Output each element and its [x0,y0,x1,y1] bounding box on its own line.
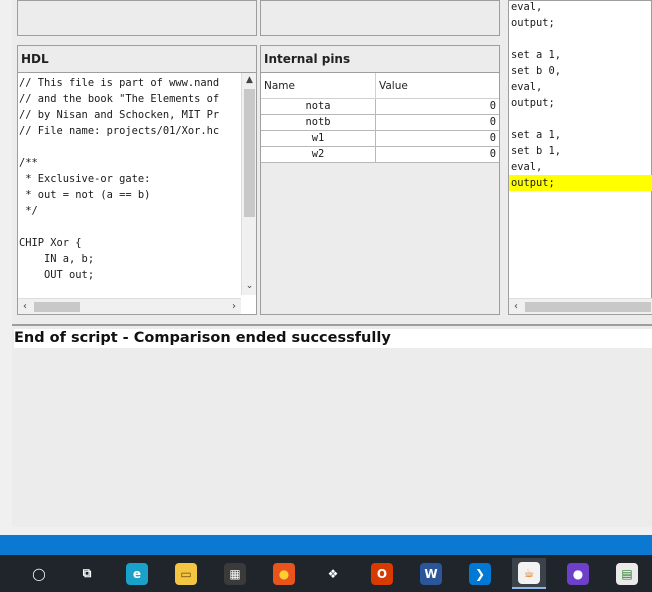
hdl-vertical-scrollbar[interactable]: ▲ ⌄ [241,73,256,295]
taskbar-button[interactable]: ◯ [22,558,56,589]
pin-name: nota [261,99,376,114]
pin-row[interactable]: w1 0 [261,131,499,147]
firefox-icon: ● [273,562,295,585]
pin-name: w1 [261,131,376,146]
task-view-icon: ⧉ [82,566,92,580]
hdl-code-line: // File name: projects/01/Xor.hc [19,125,220,137]
pin-name: w2 [261,147,376,162]
script-line: output; [511,17,555,29]
pin-row[interactable]: nota 0 [261,99,499,115]
hdl-code-line: IN a, b; [19,253,95,265]
pin-value: 0 [489,148,496,160]
pin-value: 0 [489,116,496,128]
script-line: set a 1, [511,49,562,61]
dropbox-icon: ❖ [327,566,339,581]
hdl-horizontal-scroll-thumb[interactable] [34,302,80,312]
chevron-down-icon[interactable]: ⌄ [242,279,257,293]
hdl-code-view[interactable]: // This file is part of www.nand // and t… [18,72,256,314]
internal-pins-title: Internal pins [264,52,351,66]
cortana-icon: ◯ [32,566,46,581]
hdl-panel-title: HDL [21,52,49,66]
hdl-vertical-scroll-thumb[interactable] [244,89,255,217]
github-desktop-icon: ● [567,562,589,585]
hdl-code-line [19,139,241,155]
scroll-right-icon[interactable]: › [227,299,241,315]
hdl-code-line: * out = not (a == b) [19,189,151,201]
hdl-panel: HDL // This file is part of www.nand // a… [17,45,257,315]
java-icon: ☕ [518,561,540,584]
hdl-code-line: */ [19,205,38,217]
scroll-left-icon[interactable]: ‹ [18,299,32,315]
internal-pins-panel: Internal pins Name Value nota 0 notb 0 w1 0 w2… [260,45,500,315]
word-icon: W [420,562,442,585]
hardware-simulator-window: HDL // This file is part of www.nand // a… [12,0,652,527]
edge-icon: e [126,562,148,585]
upper-middle-panel [260,0,500,36]
office-icon: O [371,562,393,585]
vscode-icon: ❯ [469,562,491,585]
status-message: End of script - Comparison ended success… [14,329,652,348]
script-line [509,111,652,127]
script-line: set a 1, [511,129,562,141]
hdl-code-line: CHIP Xor { [19,237,82,249]
pin-value: 0 [489,100,496,112]
hdl-horizontal-scrollbar[interactable]: ‹ › [18,298,241,314]
hdl-code-line: // by Nisan and Schocken, MIT Pr [19,109,220,121]
pin-name: notb [261,115,376,130]
hdl-code-line [19,219,241,235]
taskbar-button[interactable]: ❖ [316,558,350,589]
script-line [509,31,652,47]
hdl-code-line: // and the book "The Elements of [19,93,220,105]
internal-pins-table: Name Value nota 0 notb 0 w1 0 w2 0 [261,72,499,163]
taskbar-button[interactable]: ● [561,558,595,589]
script-line: output; [511,97,555,109]
pin-value: 0 [489,132,496,144]
taskbar-button[interactable]: O [365,558,399,589]
hdl-code-line: /** [19,157,38,169]
script-line-current: output; [509,175,652,191]
taskbar-button[interactable]: ☕ [512,558,546,589]
script-line: eval, [511,81,543,93]
pins-column-name[interactable]: Name [261,73,376,98]
file-explorer-icon: ▭ [175,562,197,585]
upper-left-panel [17,0,257,36]
taskbar-button[interactable]: ● [267,558,301,589]
panel-divider[interactable] [12,324,652,326]
taskbar-button[interactable]: ▭ [169,558,203,589]
script-horizontal-scrollbar[interactable]: ‹ [509,298,652,314]
script-line: eval, [511,161,543,173]
taskbar-button[interactable]: W [414,558,448,589]
scroll-left-icon[interactable]: ‹ [509,299,523,315]
test-script-text: eval, output; set a 1, set b 0, eval, output;… [509,0,652,191]
pin-row[interactable]: w2 0 [261,147,499,163]
hdl-code-text: // This file is part of www.nand // and t… [19,75,241,295]
hdl-code-line: // This file is part of www.nand [19,77,220,89]
script-line: set b 1, [511,145,562,157]
taskbar-button[interactable]: ▦ [218,558,252,589]
window-bottom-band [0,535,652,555]
network-tool-icon: ▤ [616,562,638,585]
store-icon: ▦ [224,562,246,585]
hdl-code-line: * Exclusive-or gate: [19,173,151,185]
script-line: set b 0, [511,65,562,77]
taskbar-button[interactable]: ⧉ [70,558,104,589]
taskbar-button[interactable]: ▤ [610,558,644,589]
script-horizontal-scroll-thumb[interactable] [525,302,651,312]
hdl-code-line: OUT out; [19,269,95,281]
pin-row[interactable]: notb 0 [261,115,499,131]
script-line: eval, [511,1,543,13]
taskbar-button[interactable]: ❯ [463,558,497,589]
test-script-panel[interactable]: eval, output; set a 1, set b 0, eval, output;… [508,0,652,315]
scroll-up-icon[interactable]: ▲ [242,73,257,87]
pins-table-header: Name Value [261,73,499,99]
pins-column-value[interactable]: Value [376,73,499,98]
windows-taskbar: ◯ ⧉ e ▭ ▦ ● ❖ O W ❯ ☕ ● ▤ [0,555,652,592]
taskbar-button[interactable]: e [120,558,154,589]
